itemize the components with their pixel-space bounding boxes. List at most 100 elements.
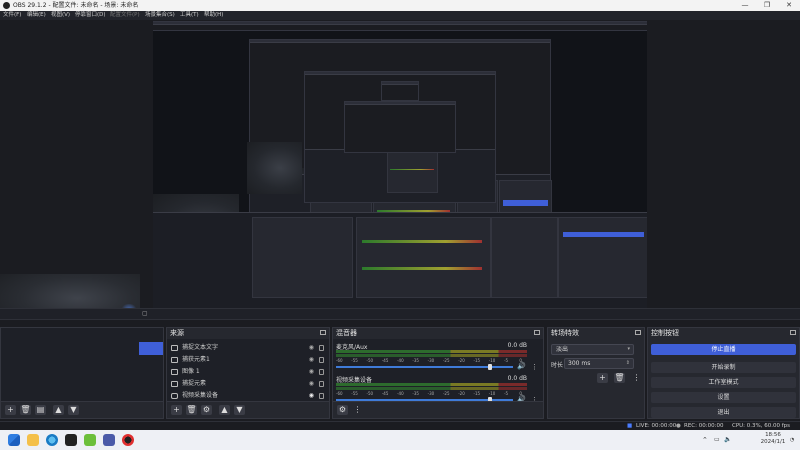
lock-icon[interactable] [319,381,324,387]
notification-icon[interactable]: ◔ [790,430,794,450]
menu-help[interactable]: 帮助(H) [204,11,223,20]
source-item[interactable]: 捕捉文本文字 ◉ [167,342,329,354]
source-item[interactable]: 图像 1 ◉ [167,366,329,378]
taskbar: ⌃ ▭ 🔈 18:56 2024/1/1 ◔ [0,430,800,450]
db-scale: -60 -55 -50 -45 -40 -35 -30 -25 -20 -15 -10 -5… [336,358,522,363]
studio-mode-button[interactable]: 工作室模式 [651,377,796,388]
snipping-tool-icon[interactable] [65,434,77,446]
source-item[interactable]: 捕获元素1 ◉ [167,354,329,366]
undock-icon[interactable] [534,330,540,335]
scene-filter-icon[interactable]: ▤ [35,405,46,415]
menu-file[interactable]: 文件(F) [3,11,21,20]
lock-icon[interactable] [319,369,324,375]
move-down-icon[interactable]: ▼ [68,405,79,415]
eye-icon[interactable]: ◉ [309,369,314,375]
remove-transition-icon[interactable]: 🗑 [614,373,625,383]
volume-meter [336,350,527,353]
tray-chevron-icon[interactable]: ⌃ [702,430,708,450]
stop-streaming-button[interactable]: 停止直播 [651,344,796,355]
transition-menu-icon[interactable]: ⋮ [631,373,642,383]
menu-edit[interactable]: 编辑(E) [27,11,46,20]
volume-fader-knob[interactable] [487,364,492,370]
controls-dock: 控制按钮 停止直播 开始录制 工作室模式 设置 退出 [647,327,800,419]
channel-menu-icon[interactable]: ⋮ [531,363,538,371]
camera-feed [0,274,140,308]
volume-fader[interactable] [336,366,513,368]
menu-profile[interactable]: 配置文件(P) [110,11,140,20]
move-up-icon[interactable]: ▲ [53,405,64,415]
close-button[interactable]: ✕ [779,0,799,11]
lock-icon[interactable] [319,357,324,363]
eye-icon[interactable]: ◉ [309,393,314,399]
volume-icon[interactable]: 🔈 [724,430,731,450]
add-source-button[interactable]: + [171,405,182,415]
source-properties-icon[interactable]: ⚙ [201,405,212,415]
nested-obs-window [344,101,456,153]
source-label: 图像 1 [182,368,200,375]
volume-meter [336,387,527,390]
window-title: OBS 29.1.2 - 配置文件: 未命名 - 场景: 未命名 [13,2,139,9]
add-scene-button[interactable]: + [5,405,16,415]
undock-icon[interactable] [320,330,326,335]
source-item[interactable]: 捕捉元素 ◉ [167,378,329,390]
scenes-dock: + 🗑 ▤ ▲ ▼ [0,327,164,419]
menubar: 文件(F) 编辑(E) 视图(V) 停靠窗口(D) 配置文件(P) 场景集合(S… [0,11,800,20]
transition-select-value: 淡出 [556,346,569,353]
channel-db: 0.0 dB [507,342,527,349]
file-explorer-icon[interactable] [27,434,39,446]
eye-icon[interactable]: ◉ [309,345,314,351]
text-icon [171,345,178,351]
source-label: 视频采集设备 [182,392,219,399]
obs-logo-icon [3,2,10,9]
move-down-icon[interactable]: ▼ [234,405,245,415]
lock-preview-icon[interactable]: ▢ [142,309,148,318]
chevron-down-icon: ▾ [627,346,630,352]
app-icon[interactable] [84,434,96,446]
transitions-dock-title: 转场特效 [551,329,579,337]
nested-obs-window [381,81,419,101]
nested-docks [153,212,647,308]
menu-scene-collection[interactable]: 场景集合(S) [145,11,175,20]
start-recording-button[interactable]: 开始录制 [651,362,796,373]
menu-view[interactable]: 视图(V) [51,11,70,20]
exit-button[interactable]: 退出 [651,407,796,418]
lock-icon[interactable] [319,345,324,351]
channel-db: 0.0 dB [507,375,527,382]
add-transition-button[interactable]: + [597,373,608,383]
menu-docks[interactable]: 停靠窗口(D) [75,11,106,20]
eye-icon[interactable]: ◉ [309,357,314,363]
remove-source-icon[interactable]: 🗑 [186,405,197,415]
advanced-audio-icon[interactable]: ⚙ [337,405,348,415]
source-label: 捕捉元素 [182,380,207,387]
undock-icon[interactable] [635,330,641,335]
network-icon[interactable]: ▭ [714,430,720,450]
maximize-button[interactable]: ❐ [757,0,777,11]
undock-icon[interactable] [790,330,796,335]
transition-select[interactable]: 淡出 ▾ [551,344,634,355]
window-titlebar: OBS 29.1.2 - 配置文件: 未命名 - 场景: 未命名 — ❐ ✕ [0,0,800,11]
duration-label: 时长 [551,362,564,369]
spinner-icon[interactable]: ⇕ [626,359,630,368]
shield-icon[interactable] [103,434,115,446]
scene-item-selected[interactable] [139,342,163,355]
start-icon[interactable] [8,434,20,446]
volume-meter [336,383,527,386]
mixer-menu-icon[interactable]: ⋮ [352,405,363,415]
minimize-button[interactable]: — [735,0,755,11]
lock-icon[interactable] [319,393,324,399]
menu-tools[interactable]: 工具(T) [180,11,199,20]
display-capture-recursion [153,21,647,308]
move-up-icon[interactable]: ▲ [219,405,230,415]
duration-input[interactable]: 300 ms ⇕ [564,358,634,369]
image-icon [171,369,178,375]
remove-scene-icon[interactable]: 🗑 [20,405,31,415]
settings-button[interactable]: 设置 [651,392,796,403]
source-label: 捕获元素1 [182,356,210,363]
program-preview[interactable] [0,20,800,308]
transitions-dock: 转场特效 淡出 ▾ 时长 300 ms ⇕ + 🗑 ⋮ [547,327,645,419]
speaker-icon[interactable]: 🔊 [517,362,526,370]
clock[interactable]: 18:56 2024/1/1 [758,432,788,446]
obs-taskbar-icon[interactable] [122,434,134,446]
eye-icon[interactable]: ◉ [309,381,314,387]
edge-icon[interactable] [46,434,58,446]
